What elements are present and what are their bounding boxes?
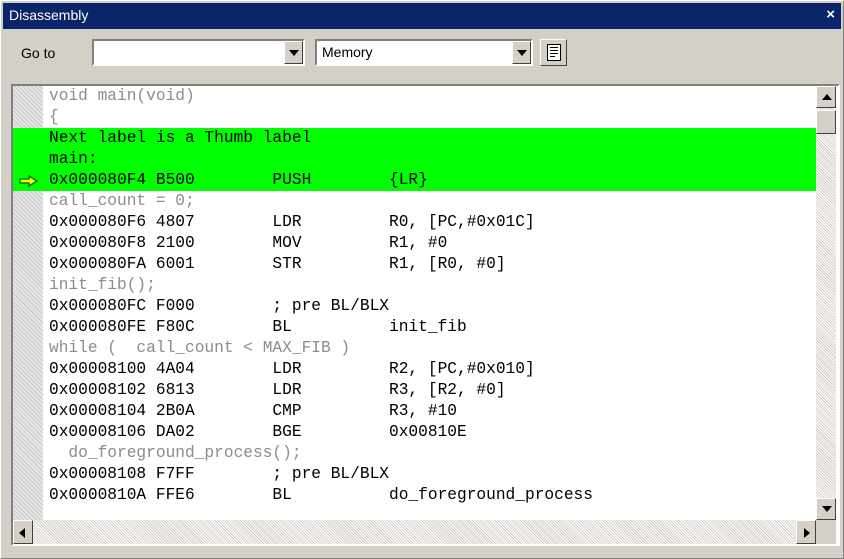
instruction-line[interactable]: 0x0000810A FFE6 BL do_foreground_process bbox=[13, 485, 816, 506]
instruction-line[interactable]: 0x000080FC F000 ; pre BL/BLX bbox=[13, 296, 816, 317]
memory-select-value: Memory bbox=[322, 44, 373, 60]
line-text: { bbox=[49, 108, 59, 126]
source-line[interactable]: init_fib(); bbox=[13, 275, 816, 296]
source-line[interactable]: while ( call_count < MAX_FIB ) bbox=[13, 338, 816, 359]
close-icon[interactable]: × bbox=[826, 6, 835, 23]
scroll-up-button[interactable] bbox=[816, 86, 836, 108]
line-text: 0x000080FE F80C BL init_fib bbox=[49, 318, 467, 336]
instruction-line[interactable]: 0x000080F4 B500 PUSH {LR} bbox=[13, 170, 816, 191]
arrow-right-icon bbox=[804, 528, 810, 538]
instruction-line[interactable]: 0x000080FE F80C BL init_fib bbox=[13, 317, 816, 338]
code-lines: void main(void) { Next label is a Thumb la… bbox=[13, 86, 816, 506]
instruction-line[interactable]: 0x00008100 4A04 LDR R2, [PC,#0x010] bbox=[13, 359, 816, 380]
line-text: 0x000080F8 2100 MOV R1, #0 bbox=[49, 234, 448, 252]
instruction-line[interactable]: 0x00008106 DA02 BGE 0x00810E bbox=[13, 422, 816, 443]
vertical-scrollbar[interactable] bbox=[816, 86, 836, 520]
line-text: main: bbox=[49, 150, 98, 168]
scroll-right-button[interactable] bbox=[796, 520, 816, 544]
line-text: 0x000080FA 6001 STR R1, [R0, #0] bbox=[49, 255, 506, 273]
source-line[interactable]: { bbox=[13, 107, 816, 128]
scroll-left-button[interactable] bbox=[13, 520, 33, 544]
chevron-down-icon bbox=[517, 50, 527, 56]
window-title: Disassembly bbox=[9, 7, 89, 23]
line-text: 0x000080F4 B500 PUSH {LR} bbox=[49, 171, 428, 189]
label-line[interactable]: main: bbox=[13, 149, 816, 170]
line-text: void main(void) bbox=[49, 87, 195, 105]
line-text: 0x0000810A FFE6 BL do_foreground_process bbox=[49, 486, 593, 504]
instruction-line[interactable]: 0x000080FA 6001 STR R1, [R0, #0] bbox=[13, 254, 816, 275]
scrollbar-corner bbox=[816, 520, 836, 544]
line-text: 0x00008100 4A04 LDR R2, [PC,#0x010] bbox=[49, 360, 535, 378]
line-text: 0x00008104 2B0A CMP R3, #10 bbox=[49, 402, 457, 420]
goto-label: Go to bbox=[21, 45, 56, 61]
line-text: init_fib(); bbox=[49, 276, 156, 294]
instruction-line[interactable]: 0x00008102 6813 LDR R3, [R2, #0] bbox=[13, 380, 816, 401]
toggle-mixed-mode-button[interactable] bbox=[540, 39, 567, 66]
line-text: call_count = 0; bbox=[49, 192, 195, 210]
source-line[interactable]: void main(void) bbox=[13, 86, 816, 107]
arrow-down-icon bbox=[822, 506, 832, 512]
document-icon bbox=[547, 44, 561, 61]
arrow-left-icon bbox=[19, 528, 25, 538]
memory-combobox[interactable]: Memory bbox=[315, 39, 533, 66]
toolbar: Go to Memory bbox=[3, 31, 841, 81]
line-text: 0x00008102 6813 LDR R3, [R2, #0] bbox=[49, 381, 506, 399]
arrow-up-icon bbox=[822, 94, 832, 100]
source-line[interactable]: call_count = 0; bbox=[13, 191, 816, 212]
instruction-line[interactable]: 0x00008108 F7FF ; pre BL/BLX bbox=[13, 464, 816, 485]
goto-dropdown-button[interactable] bbox=[284, 41, 303, 64]
vertical-scroll-thumb[interactable] bbox=[816, 110, 836, 134]
disassembly-view[interactable]: void main(void) { Next label is a Thumb la… bbox=[11, 84, 840, 546]
line-text: 0x00008106 DA02 BGE 0x00810E bbox=[49, 423, 467, 441]
title-bar[interactable]: Disassembly × bbox=[3, 3, 841, 29]
line-text: 0x000080F6 4807 LDR R0, [PC,#0x01C] bbox=[49, 213, 535, 231]
horizontal-scrollbar[interactable] bbox=[13, 520, 816, 544]
label-line[interactable]: Next label is a Thumb label bbox=[13, 128, 816, 149]
arrow-right-icon bbox=[19, 175, 39, 187]
disassembly-window: Disassembly × Go to Memory void main(voi… bbox=[0, 0, 844, 559]
line-text: 0x00008108 F7FF ; pre BL/BLX bbox=[49, 465, 389, 483]
line-text: do_foreground_process(); bbox=[49, 444, 302, 462]
instruction-line[interactable]: 0x000080F8 2100 MOV R1, #0 bbox=[13, 233, 816, 254]
line-text: Next label is a Thumb label bbox=[49, 129, 312, 147]
scroll-down-button[interactable] bbox=[816, 498, 836, 520]
chevron-down-icon bbox=[289, 50, 299, 56]
memory-dropdown-button[interactable] bbox=[512, 41, 531, 64]
instruction-line[interactable]: 0x00008104 2B0A CMP R3, #10 bbox=[13, 401, 816, 422]
line-text: while ( call_count < MAX_FIB ) bbox=[49, 339, 351, 357]
line-text: 0x000080FC F000 ; pre BL/BLX bbox=[49, 297, 389, 315]
source-line[interactable]: do_foreground_process(); bbox=[13, 443, 816, 464]
goto-combobox[interactable] bbox=[92, 39, 305, 66]
instruction-line[interactable]: 0x000080F6 4807 LDR R0, [PC,#0x01C] bbox=[13, 212, 816, 233]
